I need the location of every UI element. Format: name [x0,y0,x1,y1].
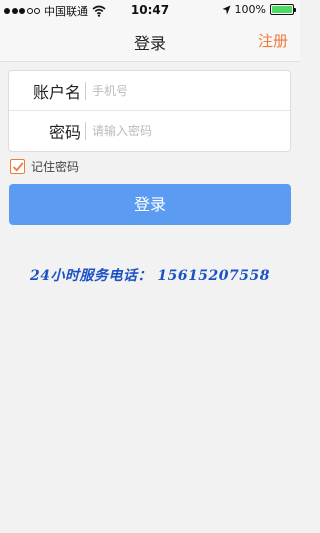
register-button[interactable]: 注册 [258,30,288,51]
navigation-bar: 登录 注册 [0,20,300,62]
battery-icon [270,4,296,15]
status-right: 100% [222,3,296,16]
page-title: 登录 [133,34,166,53]
checkmark-icon [12,162,24,172]
battery-percent: 100% [234,3,266,16]
status-bar: 中国联通 10:47 100% [0,0,300,20]
login-button[interactable]: 登录 [9,184,291,225]
battery-level [272,6,292,13]
account-label: 账户名 [32,82,81,102]
remember-label: 记住密码 [31,160,80,174]
account-row: 账户名 [9,71,290,111]
password-divider [85,122,86,140]
account-input[interactable] [92,75,290,106]
login-form: 账户名 密码 [8,70,291,152]
password-label: 密码 [48,123,81,142]
remember-checkbox[interactable] [10,159,25,174]
service-hotline: 24小时服务电话： 15615207558 [29,268,270,284]
account-divider [85,81,86,100]
password-row: 密码 [9,111,290,151]
password-input[interactable] [92,116,290,146]
location-arrow-icon [222,5,231,14]
remember-password[interactable]: 记住密码 [10,158,79,175]
